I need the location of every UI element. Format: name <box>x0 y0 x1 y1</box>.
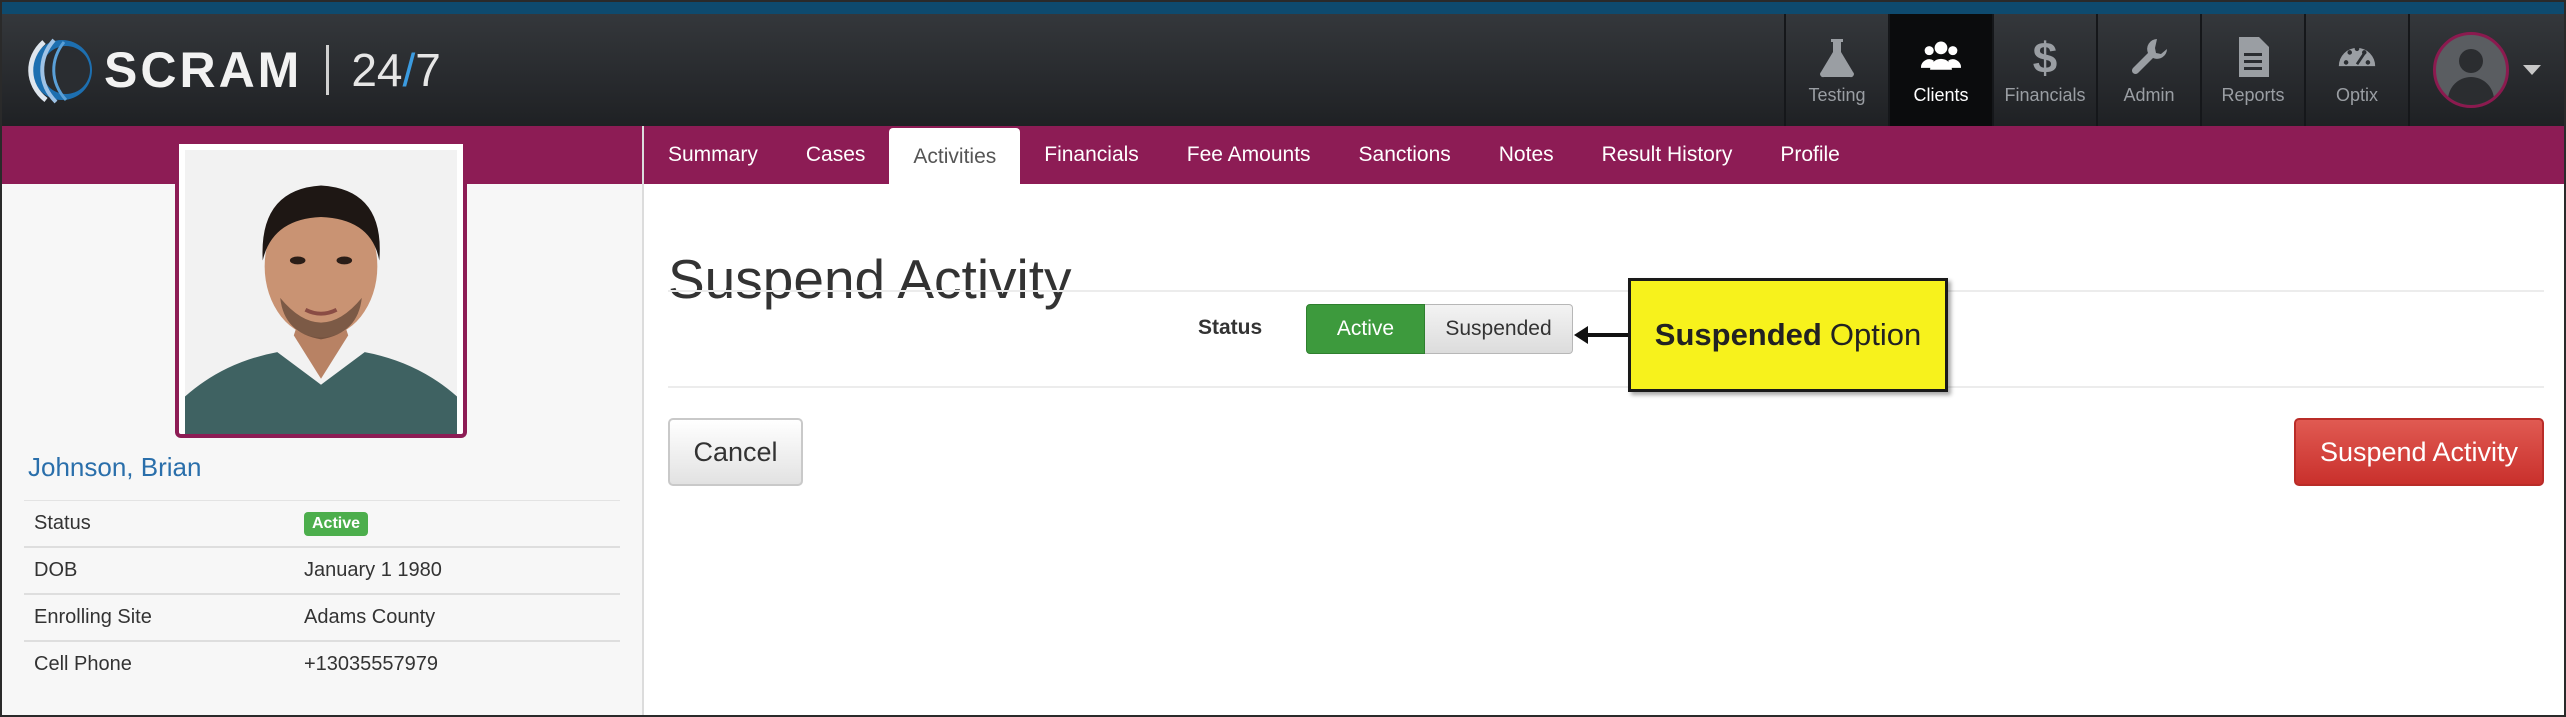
users-icon <box>1921 41 1961 70</box>
client-portrait-image <box>185 150 457 434</box>
status-suspended-button[interactable]: Suspended <box>1425 304 1573 354</box>
dollar-icon: $ <box>2033 35 2057 79</box>
tab-financials[interactable]: Financials <box>1020 126 1163 184</box>
client-photo <box>175 144 467 438</box>
nav-testing-label: Testing <box>1808 84 1866 105</box>
client-name-link[interactable]: Johnson, Brian <box>28 452 201 483</box>
suspend-activity-button[interactable]: Suspend Activity <box>2294 418 2544 486</box>
tab-result-history[interactable]: Result History <box>1578 126 1757 184</box>
cancel-button[interactable]: Cancel <box>668 418 803 486</box>
info-row-dob: DOB January 1 1980 <box>24 546 620 594</box>
tab-fee-amounts[interactable]: Fee Amounts <box>1163 126 1335 184</box>
nav-optix[interactable]: Optix <box>2304 14 2408 126</box>
app-window: SCRAM 24/7 Testing Clients $ Financials … <box>0 0 2566 717</box>
tab-notes[interactable]: Notes <box>1475 126 1578 184</box>
tab-cases[interactable]: Cases <box>782 126 890 184</box>
top-stripe <box>2 2 2564 14</box>
chevron-down-icon <box>2523 65 2541 75</box>
document-icon <box>2239 36 2269 77</box>
wrench-icon <box>2131 38 2167 74</box>
status-toggle: Active Suspended <box>1306 304 1573 354</box>
info-label: Enrolling Site <box>24 593 294 641</box>
gauge-icon <box>2338 46 2376 66</box>
info-label: DOB <box>24 546 294 594</box>
tab-profile[interactable]: Profile <box>1756 126 1864 184</box>
nav-testing[interactable]: Testing <box>1784 14 1888 126</box>
callout-text: Option <box>1829 317 1922 352</box>
info-value: January 1 1980 <box>294 546 620 594</box>
nav-reports-label: Reports <box>2221 84 2285 105</box>
nav-clients-label: Clients <box>1913 84 1969 105</box>
nav-financials[interactable]: $ Financials <box>1992 14 2096 126</box>
logo-swirl-icon <box>28 38 92 104</box>
flask-icon <box>1820 38 1854 77</box>
status-badge: Active <box>304 512 369 536</box>
nav-financials-label: Financials <box>2004 84 2086 105</box>
nav-admin[interactable]: Admin <box>2096 14 2200 126</box>
divider <box>668 290 2544 292</box>
info-row-status: Status Active <box>24 500 620 547</box>
nav-clients[interactable]: Clients <box>1888 14 1992 126</box>
nav-optix-label: Optix <box>2335 84 2378 105</box>
avatar <box>2433 32 2509 108</box>
scram-logo[interactable]: SCRAM 24/7 <box>24 28 441 112</box>
info-label: Cell Phone <box>24 640 294 687</box>
client-sidebar: Johnson, Brian Status Active DOB January… <box>2 126 644 715</box>
tab-summary[interactable]: Summary <box>644 126 782 184</box>
status-active-button[interactable]: Active <box>1306 304 1425 354</box>
main-nav: Testing Clients $ Financials Admin Repor… <box>1784 14 2564 126</box>
page-title: Suspend Activity <box>668 247 1072 310</box>
callout-arrow-icon <box>1574 326 1630 344</box>
tab-sanctions[interactable]: Sanctions <box>1335 126 1475 184</box>
client-tabs: Summary Cases Activities Financials Fee … <box>644 126 2564 186</box>
info-label: Status <box>24 500 294 547</box>
status-label: Status <box>1198 316 1263 339</box>
info-row-cell-phone: Cell Phone +13035557979 <box>24 640 620 687</box>
nav-reports[interactable]: Reports <box>2200 14 2304 126</box>
tab-activities[interactable]: Activities <box>889 128 1021 186</box>
client-info-table: Status Active DOB January 1 1980 Enrolli… <box>24 500 620 687</box>
svg-text:$: $ <box>2033 35 2057 79</box>
info-row-enrolling-site: Enrolling Site Adams County <box>24 593 620 641</box>
divider <box>668 386 2544 388</box>
info-value: +13035557979 <box>294 640 620 687</box>
nav-admin-label: Admin <box>2123 84 2175 105</box>
logo-24-7: 24/7 <box>351 44 441 96</box>
user-menu[interactable] <box>2408 14 2564 126</box>
annotation-callout: Suspended Option <box>1628 278 1948 392</box>
logo-wordmark: SCRAM <box>104 42 303 98</box>
top-navbar: SCRAM 24/7 Testing Clients $ Financials … <box>2 14 2564 126</box>
callout-bold-text: Suspended <box>1654 317 1822 352</box>
info-value: Adams County <box>294 593 620 641</box>
logo-divider <box>326 45 330 95</box>
